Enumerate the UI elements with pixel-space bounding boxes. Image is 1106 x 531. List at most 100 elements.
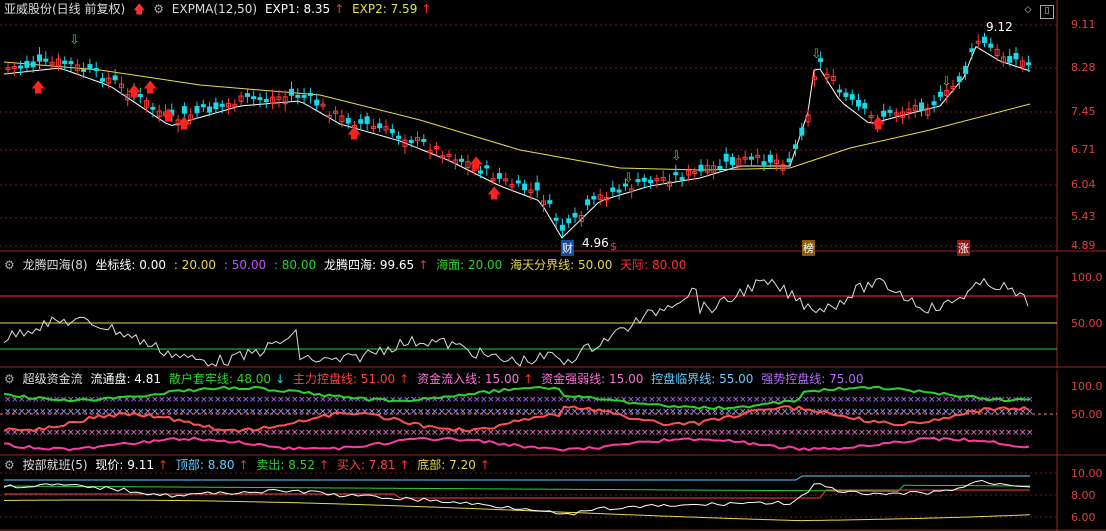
candle-body bbox=[673, 172, 679, 176]
buy-value: 买入: 7.81 bbox=[336, 458, 396, 472]
candle-body bbox=[364, 116, 370, 124]
strong-control-value: 强势控盘线: 75.00 bbox=[761, 372, 864, 386]
limit-up-marker[interactable]: 涨 bbox=[957, 240, 970, 256]
candle-body bbox=[717, 166, 723, 170]
indicator-name[interactable]: EXPMA(12,50) bbox=[172, 2, 257, 16]
candle-body bbox=[244, 93, 250, 97]
candle-body bbox=[843, 92, 849, 98]
candle-body bbox=[931, 101, 937, 106]
candle-body bbox=[484, 165, 490, 169]
candle-body bbox=[87, 64, 93, 69]
candle-body bbox=[37, 54, 42, 62]
candle-body bbox=[93, 68, 99, 72]
candle-body bbox=[24, 60, 30, 68]
up-arrow-icon: ↑ bbox=[399, 372, 410, 386]
candle-body bbox=[30, 61, 36, 68]
high-price-label: 9.12 bbox=[986, 20, 1013, 34]
value-axis: 100.0 50.00 bbox=[1057, 256, 1106, 368]
candle-body bbox=[988, 43, 994, 48]
finance-marker[interactable]: 财 bbox=[561, 240, 574, 256]
candle-body bbox=[295, 94, 301, 98]
axis-tick: 6.71 bbox=[1071, 143, 1096, 156]
candle-body bbox=[345, 118, 351, 124]
axis-tick: 9.11 bbox=[1071, 18, 1096, 31]
candle-body bbox=[793, 144, 798, 149]
candle-body bbox=[919, 102, 924, 111]
candle-body bbox=[786, 158, 792, 163]
axis-tick: 10.00 bbox=[1071, 467, 1103, 480]
up-arrow-icon: ↑ bbox=[418, 258, 429, 272]
stock-name[interactable]: 亚威股份(日线 前复权) bbox=[4, 2, 125, 16]
candle-body bbox=[18, 65, 24, 69]
strength-line bbox=[3, 436, 1030, 452]
settings-icon[interactable]: ⚙ bbox=[4, 458, 15, 472]
main-chart-header: 亚威股份(日线 前复权) 🡅 ⚙ EXPMA(12,50) EXP1: 8.35… bbox=[4, 0, 435, 18]
coord-value: 坐标线: 0.00 bbox=[95, 258, 166, 272]
buy-signal-icon: 🡅 bbox=[161, 108, 175, 124]
sell-signal-icon: ⇩ bbox=[811, 47, 822, 62]
sky-value: 天际: 80.00 bbox=[620, 258, 687, 272]
candle-body bbox=[585, 199, 591, 206]
candle-body bbox=[730, 157, 735, 165]
candle-body bbox=[408, 139, 414, 143]
candle-body bbox=[748, 156, 754, 160]
candle-body bbox=[396, 135, 402, 139]
candle-body bbox=[849, 94, 855, 100]
axis-tick: 8.00 bbox=[1071, 489, 1096, 502]
candle-body bbox=[862, 102, 868, 109]
up-arrow-icon: ↑ bbox=[238, 458, 249, 472]
critical-value: 控盘临界线: 55.00 bbox=[651, 372, 754, 386]
buy-signal-icon: 🡅 bbox=[127, 84, 141, 100]
longteng-panel: ⚙ 龙腾四海(8) 坐标线: 0.00 : 20.00 : 50.00 : 80… bbox=[0, 256, 1106, 368]
value-axis: 100.0 50.00 bbox=[1057, 370, 1106, 456]
axis-tick: 100.0 bbox=[1071, 380, 1103, 393]
float-value: 流通盘: 4.81 bbox=[90, 372, 162, 386]
dividend-marker[interactable]: $ bbox=[610, 240, 617, 253]
buy-signal-icon: 🡅 bbox=[487, 186, 501, 202]
candle-body bbox=[761, 161, 767, 165]
indicator-name[interactable]: 超级资金流 bbox=[23, 372, 83, 386]
capital-flow-panel: × × × × × × × × × × × × × × × × × × × × × × × × × × × × × × × × × × × × × × × ×… bbox=[0, 370, 1106, 456]
settings-icon[interactable]: ⚙ bbox=[153, 2, 164, 16]
candle-body bbox=[194, 106, 200, 114]
longteng-header: ⚙ 龙腾四海(8) 坐标线: 0.00 : 20.00 : 50.00 : 80… bbox=[4, 256, 690, 274]
axis-tick: 50.00 bbox=[1071, 408, 1103, 421]
candle-body bbox=[150, 106, 156, 110]
settings-icon[interactable]: ⚙ bbox=[4, 372, 15, 386]
axis-tick: 100.0 bbox=[1071, 271, 1103, 284]
buy-signal-icon: 🡅 bbox=[871, 116, 885, 132]
candle-body bbox=[1007, 55, 1013, 63]
candle-body bbox=[112, 75, 118, 81]
candle-body bbox=[635, 179, 641, 183]
candle-body bbox=[522, 183, 528, 191]
candle-body bbox=[213, 102, 219, 110]
candle-body bbox=[566, 218, 572, 224]
candle-body bbox=[389, 129, 395, 134]
candle-body bbox=[307, 93, 313, 97]
up-arrow-icon: ↑ bbox=[479, 458, 490, 472]
inflow-value: 资金流入线: 15.00 bbox=[417, 372, 520, 386]
up-arrow-icon: 🡅 bbox=[133, 2, 146, 16]
candle-body bbox=[547, 200, 553, 204]
buy-signal-icon: 🡅 bbox=[347, 126, 361, 142]
diamond-icon[interactable]: ◇ bbox=[1022, 5, 1034, 17]
indicator-name[interactable]: 按部就班(5) bbox=[23, 458, 88, 472]
maximize-icon[interactable]: ▯ bbox=[1040, 5, 1054, 19]
main-value: 龙腾四海: 99.65 bbox=[323, 258, 415, 272]
candle-body bbox=[937, 91, 943, 97]
bottom-value: 底部: 7.20 bbox=[417, 458, 476, 472]
sea-value: 海面: 20.00 bbox=[436, 258, 503, 272]
indicator-name[interactable]: 龙腾四海(8) bbox=[23, 258, 88, 272]
candle-body bbox=[377, 123, 383, 129]
up-arrow-icon: ↑ bbox=[421, 2, 432, 16]
level20-value: : 20.00 bbox=[173, 258, 217, 272]
billboard-marker[interactable]: 榜 bbox=[802, 240, 815, 256]
candlestick-chart[interactable]: 🡅 🡅 🡅🡅 🡅🡅🡅🡅🡅⇩⇩⇩⇩⇩ bbox=[0, 0, 1106, 252]
candle-body bbox=[610, 187, 616, 192]
main-chart-panel: 🡅 🡅 🡅 🡅 🡅 🡅 🡅 🡅 🡅 ⇩ ⇩ ⇩ ⇩ ⇩ 亚威股份(日线 前复权) 🡅 ⚙ EXPMA(12… bbox=[0, 0, 1106, 256]
candle-body bbox=[837, 89, 843, 93]
settings-icon[interactable]: ⚙ bbox=[4, 258, 15, 272]
down-arrow-icon: ↓ bbox=[275, 372, 286, 386]
axis-tick: 6.00 bbox=[1071, 511, 1096, 524]
candle-body bbox=[421, 138, 427, 142]
